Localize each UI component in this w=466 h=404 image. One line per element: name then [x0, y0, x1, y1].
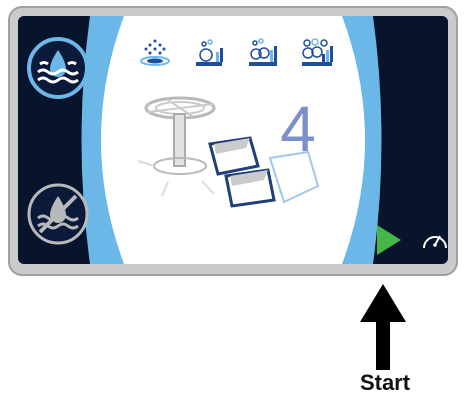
program-number: 4 — [280, 93, 316, 165]
bubbles-medium-icon — [249, 38, 277, 66]
water-waves-icon — [27, 37, 89, 99]
program-shower-button[interactable] — [138, 38, 172, 68]
shower-spray-icon — [140, 39, 170, 66]
speedometer-icon — [423, 235, 447, 249]
bubbles-high-icon — [302, 38, 333, 66]
callout-arrow-icon — [360, 284, 406, 370]
touch-screen: 4 — [18, 16, 448, 264]
start-button[interactable] — [374, 222, 404, 258]
program-bubbles-medium-button[interactable] — [246, 38, 280, 68]
play-triangle-icon — [377, 225, 401, 255]
no-water-button[interactable] — [26, 182, 90, 246]
program-bubbles-high-button[interactable] — [300, 38, 334, 68]
program-bubbles-low-button[interactable] — [192, 38, 226, 68]
bubbles-low-icon — [196, 39, 223, 66]
start-callout-label: Start — [359, 370, 411, 395]
no-water-waves-icon — [27, 183, 89, 245]
water-button[interactable] — [26, 36, 90, 100]
speed-button[interactable] — [420, 228, 448, 252]
